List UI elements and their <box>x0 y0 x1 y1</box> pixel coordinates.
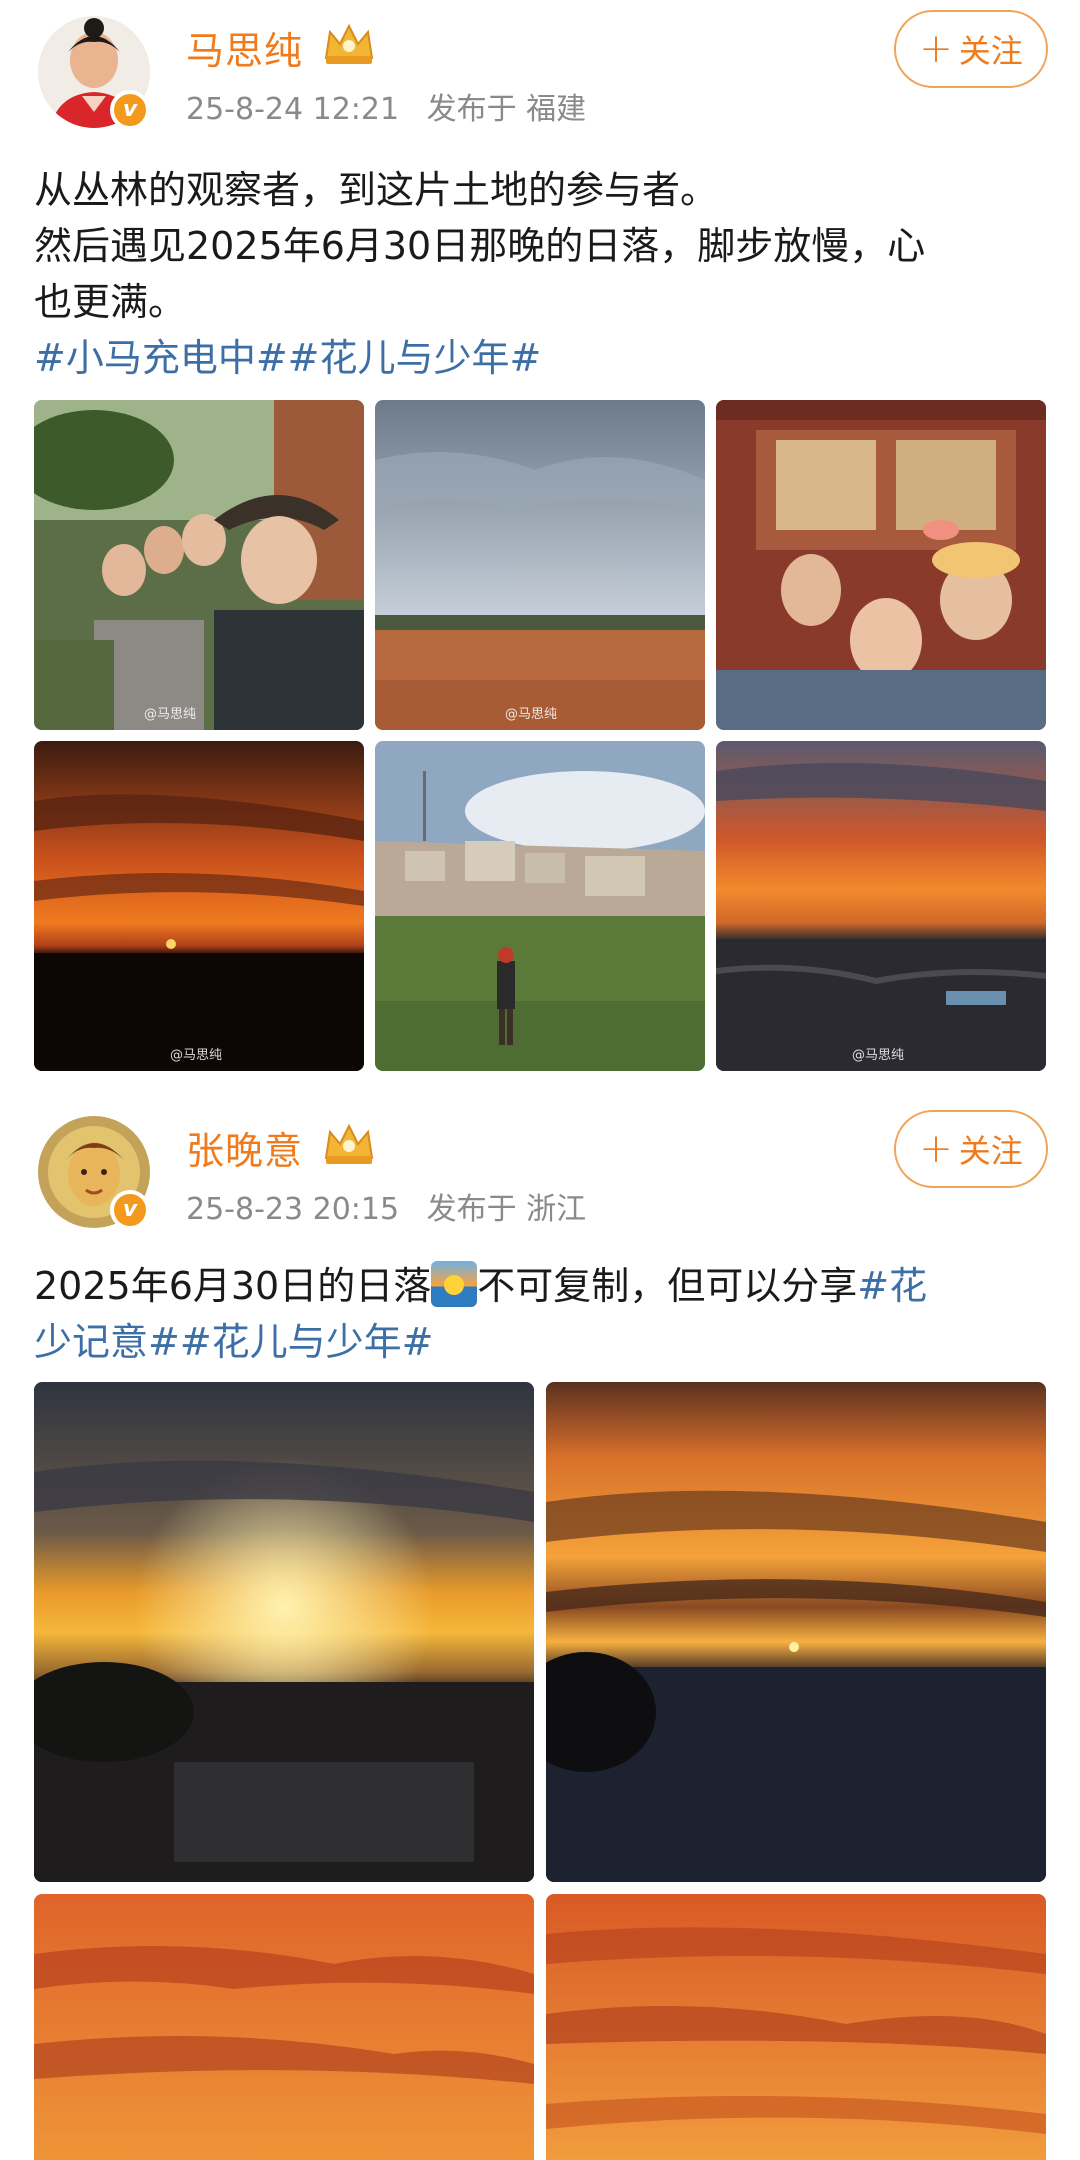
photo-orange-sunset-horizon[interactable]: @马思纯 <box>34 741 364 1071</box>
post-time: 25-8-24 12:21 <box>186 92 400 127</box>
post-text-line: 也更满。 <box>34 280 187 324</box>
photo-sunset-clouds-city[interactable] <box>546 1382 1046 1882</box>
hashtag-links[interactable]: 少记意##花儿与少年# <box>34 1314 1054 1370</box>
post-location: 发布于 浙江 <box>426 1192 587 1227</box>
post-text: 从丛林的观察者，到这片土地的参与者。 然后遇见2025年6月30日那晚的日落，脚… <box>34 162 1054 386</box>
sunrise-emoji-icon <box>431 1261 478 1307</box>
photo-group-selfie-jungle[interactable]: @马思纯 <box>34 400 364 730</box>
photo-orange-cloud-sky-2[interactable] <box>546 1894 1046 2160</box>
watermark: @马思纯 <box>170 1048 223 1063</box>
watermark: @马思纯 <box>852 1048 905 1063</box>
post-text-part: 2025年6月30日的日落 <box>34 1264 432 1308</box>
post-text-line: 2025年6月30日的日落 不可复制，但可以分享#花 <box>34 1258 1054 1314</box>
photo-sunset-over-city[interactable]: @马思纯 <box>716 741 1046 1071</box>
weibo-post-1: v 马思纯 25-8-24 12:21 发布于 福建 + 关注 从丛林的观察者，… <box>0 0 1080 1090</box>
post-meta: 25-8-24 12:21 发布于 福建 <box>186 84 604 128</box>
hashtag-link[interactable]: #花 <box>857 1264 927 1308</box>
watermark: @马思纯 <box>144 707 197 722</box>
follow-button[interactable]: + 关注 <box>894 1110 1048 1188</box>
post-meta: 25-8-23 20:15 发布于 浙江 <box>186 1184 604 1228</box>
username[interactable]: 马思纯 <box>186 20 303 75</box>
crown-badge-icon <box>324 1123 374 1164</box>
post-text-part: 不可复制，但可以分享 <box>477 1264 858 1308</box>
verified-badge-icon: v <box>110 1190 150 1230</box>
photo-red-field-landscape[interactable]: @马思纯 <box>375 400 705 730</box>
post-text: 2025年6月30日的日落 不可复制，但可以分享#花 少记意##花儿与少年# <box>34 1258 1054 1370</box>
verified-badge-icon: v <box>110 90 150 130</box>
follow-label: 关注 <box>958 32 1023 70</box>
hashtag-links[interactable]: #小马充电中##花儿与少年# <box>34 330 1054 386</box>
follow-label: 关注 <box>958 1132 1023 1170</box>
photo-grid: @马思纯 @马思纯 @马思纯 @马思纯 <box>34 400 1046 1071</box>
post-text-line: 然后遇见2025年6月30日那晚的日落，脚步放慢，心 <box>34 224 926 268</box>
username[interactable]: 张晚意 <box>186 1120 303 1175</box>
photo-group-selfie-balcony[interactable] <box>716 400 1046 730</box>
photo-orange-cloud-sky[interactable] <box>34 1894 534 2160</box>
photo-hillside-town-runner[interactable] <box>375 741 705 1071</box>
post-time: 25-8-23 20:15 <box>186 1192 400 1227</box>
watermark: @马思纯 <box>505 707 558 722</box>
crown-badge-icon <box>324 23 374 64</box>
plus-icon: + <box>919 1126 953 1172</box>
follow-button[interactable]: + 关注 <box>894 10 1048 88</box>
post-location: 发布于 福建 <box>426 92 587 127</box>
photo-grid <box>34 1382 1046 2160</box>
plus-icon: + <box>919 26 953 72</box>
photo-sunset-sunburst-city[interactable] <box>34 1382 534 1882</box>
post-text-line: 从丛林的观察者，到这片土地的参与者。 <box>34 168 719 212</box>
